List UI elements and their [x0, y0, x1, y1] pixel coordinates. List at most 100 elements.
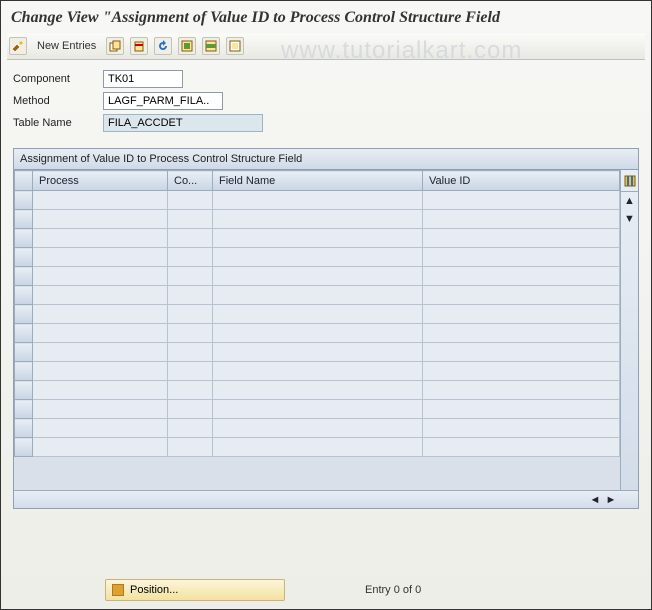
component-field[interactable] [103, 70, 183, 88]
table-cell[interactable] [213, 400, 423, 419]
table-cell[interactable] [213, 305, 423, 324]
table-cell[interactable] [213, 210, 423, 229]
table-cell[interactable] [423, 381, 620, 400]
delete-icon[interactable] [130, 37, 148, 55]
table-cell[interactable] [213, 343, 423, 362]
row-selector[interactable] [15, 305, 33, 324]
scroll-up-icon[interactable]: ▲ [621, 192, 638, 210]
table-row[interactable] [15, 324, 620, 343]
row-selector[interactable] [15, 210, 33, 229]
scroll-down-icon[interactable]: ▼ [621, 210, 638, 228]
table-cell[interactable] [423, 343, 620, 362]
table-cell[interactable] [168, 210, 213, 229]
table-cell[interactable] [33, 191, 168, 210]
table-cell[interactable] [168, 267, 213, 286]
row-selector[interactable] [15, 324, 33, 343]
row-selector[interactable] [15, 248, 33, 267]
table-row[interactable] [15, 400, 620, 419]
table-cell[interactable] [213, 419, 423, 438]
table-cell[interactable] [423, 305, 620, 324]
table-row[interactable] [15, 248, 620, 267]
table-cell[interactable] [33, 267, 168, 286]
table-cell[interactable] [33, 305, 168, 324]
table-cell[interactable] [213, 438, 423, 457]
table-cell[interactable] [213, 248, 423, 267]
table-cell[interactable] [168, 362, 213, 381]
table-cell[interactable] [168, 381, 213, 400]
table-row[interactable] [15, 343, 620, 362]
table-row[interactable] [15, 362, 620, 381]
table-cell[interactable] [213, 362, 423, 381]
table-cell[interactable] [423, 419, 620, 438]
table-cell[interactable] [33, 286, 168, 305]
table-cell[interactable] [168, 400, 213, 419]
table-cell[interactable] [33, 343, 168, 362]
table-row[interactable] [15, 267, 620, 286]
table-cell[interactable] [213, 381, 423, 400]
column-header-value-id[interactable]: Value ID [423, 171, 620, 191]
table-cell[interactable] [423, 210, 620, 229]
table-row[interactable] [15, 286, 620, 305]
table-cell[interactable] [423, 362, 620, 381]
table-cell[interactable] [423, 400, 620, 419]
table-cell[interactable] [168, 438, 213, 457]
table-cell[interactable] [168, 191, 213, 210]
table-row[interactable] [15, 210, 620, 229]
table-cell[interactable] [423, 286, 620, 305]
table-cell[interactable] [168, 419, 213, 438]
table-cell[interactable] [33, 324, 168, 343]
table-cell[interactable] [168, 305, 213, 324]
row-selector[interactable] [15, 229, 33, 248]
row-selector[interactable] [15, 286, 33, 305]
position-button[interactable]: Position... [105, 579, 285, 601]
table-row[interactable] [15, 438, 620, 457]
table-cell[interactable] [213, 229, 423, 248]
toggle-display-change-icon[interactable] [9, 37, 27, 55]
copy-as-icon[interactable] [106, 37, 124, 55]
table-cell[interactable] [423, 248, 620, 267]
method-field[interactable] [103, 92, 223, 110]
row-selector[interactable] [15, 362, 33, 381]
table-cell[interactable] [33, 248, 168, 267]
table-cell[interactable] [168, 343, 213, 362]
table-cell[interactable] [33, 419, 168, 438]
new-entries-button[interactable]: New Entries [33, 40, 100, 52]
table-cell[interactable] [213, 286, 423, 305]
table-cell[interactable] [423, 191, 620, 210]
row-selector[interactable] [15, 191, 33, 210]
scroll-track[interactable] [621, 228, 638, 490]
table-row[interactable] [15, 419, 620, 438]
row-selector[interactable] [15, 400, 33, 419]
table-cell[interactable] [33, 438, 168, 457]
table-cell[interactable] [213, 191, 423, 210]
row-selector[interactable] [15, 438, 33, 457]
row-selector[interactable] [15, 267, 33, 286]
undo-change-icon[interactable] [154, 37, 172, 55]
column-header-process[interactable]: Process [33, 171, 168, 191]
table-cell[interactable] [168, 229, 213, 248]
table-cell[interactable] [168, 286, 213, 305]
table-cell[interactable] [33, 362, 168, 381]
select-block-icon[interactable] [202, 37, 220, 55]
row-selector[interactable] [15, 419, 33, 438]
table-row[interactable] [15, 229, 620, 248]
table-row[interactable] [15, 381, 620, 400]
scroll-right-icon[interactable]: ► [604, 493, 618, 507]
table-row[interactable] [15, 305, 620, 324]
deselect-all-icon[interactable] [226, 37, 244, 55]
column-header-co[interactable]: Co... [168, 171, 213, 191]
table-cell[interactable] [33, 210, 168, 229]
table-cell[interactable] [168, 324, 213, 343]
table-settings-icon[interactable] [621, 170, 638, 192]
row-selector[interactable] [15, 381, 33, 400]
table-cell[interactable] [168, 248, 213, 267]
table-cell[interactable] [33, 400, 168, 419]
table-cell[interactable] [423, 438, 620, 457]
scroll-left-icon[interactable]: ◄ [588, 493, 602, 507]
table-cell[interactable] [213, 324, 423, 343]
table-cell[interactable] [33, 381, 168, 400]
table-row[interactable] [15, 191, 620, 210]
table-cell[interactable] [423, 267, 620, 286]
table-cell[interactable] [423, 229, 620, 248]
table-cell[interactable] [33, 229, 168, 248]
